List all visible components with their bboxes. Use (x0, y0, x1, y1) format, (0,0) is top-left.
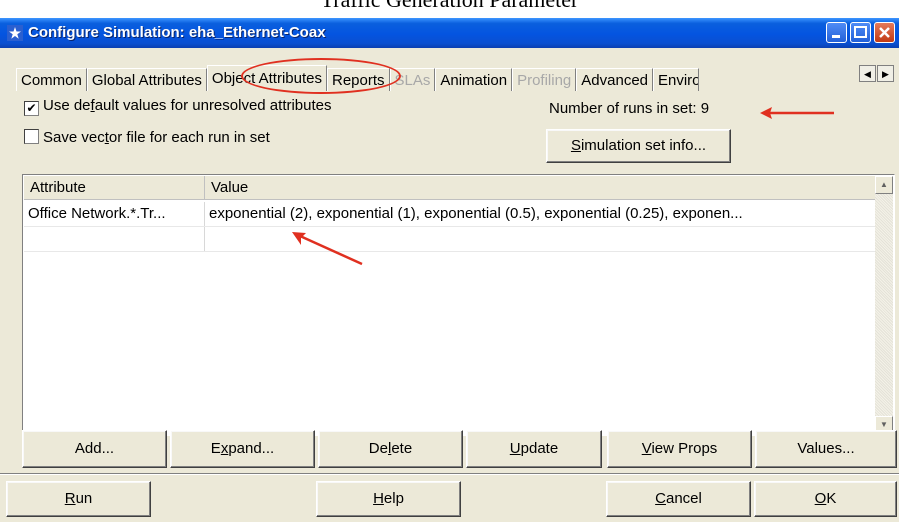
arrow-up-icon: ▲ (880, 180, 888, 189)
delete-label-rest: ete (391, 440, 413, 457)
delete-button[interactable]: Delete (318, 430, 463, 468)
save-vector-label-rest: or file for each run in set (108, 129, 270, 146)
minimize-icon (832, 35, 840, 38)
tab-animation[interactable]: Animation (435, 68, 513, 91)
use-default-label-rest: ault values for unresolved attributes (94, 97, 332, 114)
cancel-label-mnemonic: C (655, 490, 666, 507)
footer-separator (0, 473, 899, 475)
run-label-mnemonic: R (64, 490, 76, 507)
help-button[interactable]: Help (316, 481, 461, 517)
ok-label-rest: K (826, 490, 837, 507)
table-cell-value[interactable]: exponential (2), exponential (1), expone… (205, 202, 875, 226)
use-default-label-part: Use de (43, 97, 91, 114)
table-cell-attribute[interactable]: Office Network.*.Tr... (24, 202, 205, 226)
view-props-label-mnemonic: V (641, 440, 652, 457)
update-label-rest: pdate (520, 440, 559, 457)
maximize-button[interactable] (850, 22, 871, 43)
scroll-up-button[interactable]: ▲ (875, 176, 893, 194)
view-props-button[interactable]: View Props (607, 430, 752, 468)
save-vector-file-checkbox[interactable] (24, 129, 39, 144)
use-default-values-option[interactable]: ✔ Use default values for unresolved attri… (24, 96, 332, 116)
highlight-circle-annotation (241, 58, 401, 94)
tab-advanced[interactable]: Advanced (576, 68, 653, 91)
expand-label-part: E (210, 440, 221, 457)
runs-in-set-value: 9 (700, 100, 710, 117)
attribute-value-table: Attribute Value Office Network.*.Tr... e… (22, 174, 895, 436)
expand-button[interactable]: Expand... (170, 430, 315, 468)
simulation-star-icon (7, 25, 23, 41)
run-label-rest: un (75, 490, 93, 507)
close-icon (879, 27, 890, 38)
tab-common[interactable]: Common (16, 68, 87, 91)
cancel-button[interactable]: Cancel (606, 481, 751, 517)
annotation-arrow-runs (760, 107, 834, 119)
close-button[interactable] (874, 22, 895, 43)
update-button[interactable]: Update (466, 430, 602, 468)
values-label: Values... (797, 440, 855, 457)
tab-global-attributes[interactable]: Global Attributes (86, 68, 207, 91)
help-label-rest: elp (383, 490, 404, 507)
sim-info-label-mnemonic: S (570, 137, 581, 154)
configure-simulation-dialog: Configure Simulation: eha_Ethernet-Coax … (0, 18, 899, 522)
delete-label-part: De (368, 440, 388, 457)
update-label-mnemonic: U (509, 440, 521, 457)
add-button[interactable]: Add... (22, 430, 167, 468)
runs-in-set-readout: Number of runs in set: 9 (549, 100, 709, 117)
table-empty-cell[interactable] (24, 227, 205, 251)
tab-environment[interactable]: Enviro (653, 68, 699, 91)
column-header-value[interactable]: Value (205, 176, 876, 199)
run-button[interactable]: Run (6, 481, 151, 517)
ok-label-mnemonic: O (814, 490, 827, 507)
tab-scroll-right-button[interactable]: ▶ (877, 65, 894, 82)
sim-info-label-rest: imulation set info... (580, 137, 707, 154)
runs-in-set-label: Number of runs in set: (549, 100, 697, 117)
arrow-down-icon: ▼ (880, 420, 888, 429)
tab-profiling[interactable]: Profiling (512, 68, 577, 91)
title-bar[interactable]: Configure Simulation: eha_Ethernet-Coax (0, 18, 899, 48)
values-button[interactable]: Values... (755, 430, 897, 468)
save-vector-file-option[interactable]: Save vector file for each run in set (24, 128, 270, 148)
table-header: Attribute Value (24, 176, 876, 200)
arrow-left-icon: ◀ (864, 69, 871, 79)
cancel-label-rest: ancel (665, 490, 702, 507)
column-header-attribute[interactable]: Attribute (24, 176, 205, 199)
maximize-icon (854, 26, 867, 38)
add-label: Add... (74, 440, 115, 457)
annotation-arrow-value (292, 232, 363, 266)
help-label-mnemonic: H (373, 490, 384, 507)
figure-caption: Traffic Generation Parameter (0, 0, 899, 13)
ok-button[interactable]: OK (754, 481, 897, 517)
row-divider (24, 251, 876, 252)
arrow-right-icon: ▶ (882, 69, 889, 79)
table-vertical-scrollbar[interactable]: ▲ ▼ (875, 176, 893, 434)
save-vector-label-part: Save vec (43, 129, 105, 146)
use-default-values-checkbox[interactable]: ✔ (24, 101, 39, 116)
minimize-button[interactable] (826, 22, 847, 43)
view-props-label-rest: iew Props (651, 440, 718, 457)
simulation-set-info-button[interactable]: Simulation set info... (546, 129, 731, 163)
window-title: Configure Simulation: eha_Ethernet-Coax (28, 24, 326, 41)
expand-label-rest: pand... (228, 440, 275, 457)
tab-scroll-left-button[interactable]: ◀ (859, 65, 876, 82)
